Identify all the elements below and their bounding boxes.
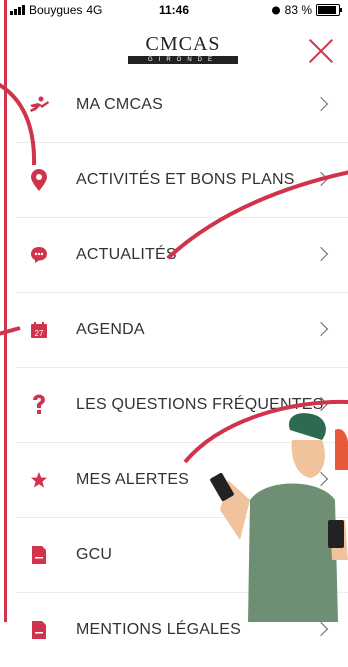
chevron-right-icon [313,171,329,187]
menu-item-actualites[interactable]: ACTUALITÉS [16,217,348,292]
menu-item-label: ACTUALITÉS [76,246,177,263]
document-icon [26,542,52,568]
main-menu: MA CMCAS ACTIVITÉS ET BONS PLANS ACTUALI… [0,68,348,667]
status-bar: Bouygues 4G 11:46 83 % [0,0,348,20]
status-right: 83 % [271,3,342,17]
menu-item-label: LES QUESTIONS FRÉQUENTES [76,396,324,413]
logo-subtext: GIRONDE [128,56,238,64]
chevron-right-icon [313,321,329,337]
menu-item-gcu[interactable]: GCU [16,517,348,592]
alarm-icon [271,6,280,15]
menu-item-label: MES ALERTES [76,471,190,488]
calendar-icon: 27 [26,317,52,343]
header: CMCAS GIRONDE [0,20,348,68]
menu-item-mentions[interactable]: MENTIONS LÉGALES [16,592,348,667]
question-mark-icon [26,392,52,418]
calendar-day-text: 27 [35,329,44,338]
menu-item-label: MENTIONS LÉGALES [76,621,242,638]
chevron-right-icon [313,471,329,487]
cmcas-logo[interactable]: CMCAS GIRONDE [128,34,238,64]
menu-item-questions[interactable]: LES QUESTIONS FRÉQUENTES [16,367,348,442]
chevron-right-icon [313,621,329,637]
battery-icon [316,4,342,16]
star-icon [26,467,52,493]
menu-item-agenda[interactable]: 27 AGENDA [16,292,348,367]
menu-item-label: ACTIVITÉS ET BONS PLANS [76,171,295,188]
document-icon [26,617,52,643]
menu-item-ma-cmcas[interactable]: MA CMCAS [16,68,348,142]
chat-bubble-icon [26,242,52,268]
menu-item-label: MA CMCAS [76,96,163,113]
close-icon[interactable] [308,38,334,64]
person-running-icon [26,92,52,118]
chevron-right-icon [313,96,329,112]
battery-percent: 83 % [284,3,312,17]
chevron-right-icon [313,246,329,262]
map-pin-icon [26,167,52,193]
menu-item-activites[interactable]: ACTIVITÉS ET BONS PLANS [16,142,348,217]
menu-item-label: GCU [76,546,113,563]
menu-item-label: AGENDA [76,321,145,338]
logo-wordmark: CMCAS [145,33,221,55]
menu-item-alertes[interactable]: MES ALERTES [16,442,348,517]
